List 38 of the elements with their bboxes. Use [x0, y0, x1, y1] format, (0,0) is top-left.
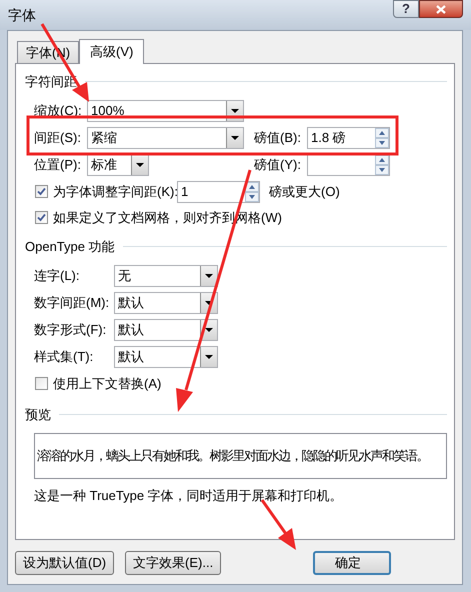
dropdown[interactable]: 标准	[87, 154, 149, 176]
field-label: 位置(P):	[34, 156, 82, 174]
field-label: 连字(L):	[34, 266, 80, 285]
checkbox-label: 为字体调整字间距(K):	[53, 182, 177, 201]
field-label: 磅值(B):	[254, 128, 302, 147]
field-label: 数字间距(M):	[34, 294, 110, 312]
dropdown[interactable]: 无	[114, 264, 218, 286]
dialog-button[interactable]: 确定	[313, 551, 392, 575]
field-label: 间距(S):	[34, 128, 82, 147]
close-button[interactable]	[419, 0, 463, 18]
spinner-arrows-icon	[245, 182, 259, 202]
checkbox[interactable]	[35, 376, 48, 390]
font-note: 这是一种 TrueType 字体，同时适用于屏幕和打印机。	[34, 486, 344, 505]
dropdown[interactable]: 默认	[114, 318, 218, 340]
spinner-arrows-icon	[375, 154, 389, 174]
section-heading: 预览	[25, 406, 51, 424]
window-title: 字体	[8, 6, 36, 24]
field-label: 样式集(T):	[34, 348, 94, 366]
field-label: 磅值(Y):	[254, 156, 302, 174]
section-heading: OpenType 功能	[25, 238, 115, 256]
unit-label: 磅或更大(O)	[269, 182, 340, 201]
checkbox-label: 使用上下文替换(A)	[53, 374, 162, 393]
close-icon	[436, 4, 446, 14]
dialog-button[interactable]: 设为默认值(D)	[15, 551, 114, 575]
spinner-arrows-icon	[375, 128, 389, 148]
field-label: 数字形式(F):	[34, 320, 108, 339]
dialog-button[interactable]: 文字效果(E)...	[125, 551, 222, 575]
spin-field[interactable]: 1.8 磅	[307, 126, 390, 148]
checkbox[interactable]	[35, 185, 48, 198]
tab[interactable]: 高级(V)	[79, 39, 144, 64]
spin-field[interactable]: 1	[177, 180, 260, 202]
preview-text: 溶溶的水月，螭头上只有她和我。树影里对面水边，隐隐的听见水声和笑语。	[37, 446, 428, 465]
checkbox[interactable]	[35, 210, 48, 224]
dropdown[interactable]: 紧缩	[87, 126, 244, 148]
dropdown[interactable]: 默认	[114, 292, 218, 314]
dropdown[interactable]: 默认	[114, 346, 218, 368]
spin-field[interactable]	[307, 154, 390, 176]
help-button[interactable]: ?	[393, 0, 419, 18]
